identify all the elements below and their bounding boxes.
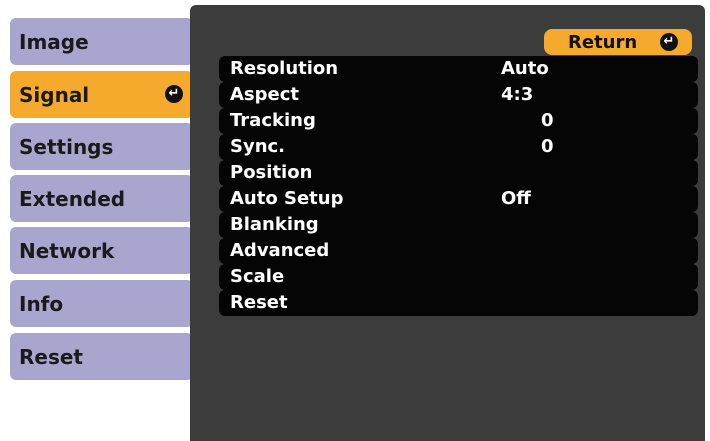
menu-item-label: Position [230,162,313,183]
tab-reset[interactable]: Reset [10,333,193,380]
menu-item-label: Auto Setup [230,188,344,209]
tab-label: Settings [19,134,114,159]
tab-label: Extended [19,186,126,211]
tab-extended[interactable]: Extended [10,175,193,222]
menu-item-reset[interactable]: Reset [219,290,698,316]
menu-item-value: Auto [501,58,549,79]
tab-label: Info [19,291,64,316]
tab-label: Network [19,238,115,263]
tab-network[interactable]: Network [10,227,193,274]
menu-item-aspect[interactable]: Aspect 4:3 [219,82,698,108]
enter-icon: ↵ [660,33,678,51]
menu-item-value: 4:3 [501,84,534,105]
menu-item-label: Resolution [230,58,339,79]
tab-info[interactable]: Info [10,280,193,327]
menu-item-label: Scale [230,266,285,287]
menu-item-label: Tracking [230,110,316,131]
enter-icon: ↵ [165,85,183,103]
tab-label: Reset [19,344,83,369]
tab-image[interactable]: Image [10,18,193,65]
menu-item-label: Aspect [230,84,300,105]
menu-item-scale[interactable]: Scale [219,264,698,290]
menu-item-advanced[interactable]: Advanced [219,238,698,264]
return-button[interactable]: Return ↵ [544,29,692,55]
menu-item-position[interactable]: Position [219,160,698,186]
tab-signal[interactable]: Signal ↵ [10,71,193,118]
tab-label: Signal [19,82,90,107]
signal-menu: Resolution Auto Aspect 4:3 Tracking 0 Sy… [219,56,698,316]
menu-item-auto-setup[interactable]: Auto Setup Off [219,186,698,212]
tab-label: Image [19,29,89,54]
menu-item-value: 0 [541,136,554,157]
menu-item-tracking[interactable]: Tracking 0 [219,108,698,134]
menu-item-blanking[interactable]: Blanking [219,212,698,238]
menu-item-label: Blanking [230,214,319,235]
menu-item-label: Reset [230,292,288,313]
menu-item-value: Off [501,188,531,209]
return-label: Return [568,31,638,53]
menu-item-value: 0 [541,110,554,131]
menu-item-label: Sync. [230,136,286,157]
tab-settings[interactable]: Settings [10,123,193,170]
menu-item-label: Advanced [230,240,330,261]
menu-item-resolution[interactable]: Resolution Auto [219,56,698,82]
menu-item-sync[interactable]: Sync. 0 [219,134,698,160]
sidebar: Image Signal ↵ Settings Extended Network… [0,0,210,441]
